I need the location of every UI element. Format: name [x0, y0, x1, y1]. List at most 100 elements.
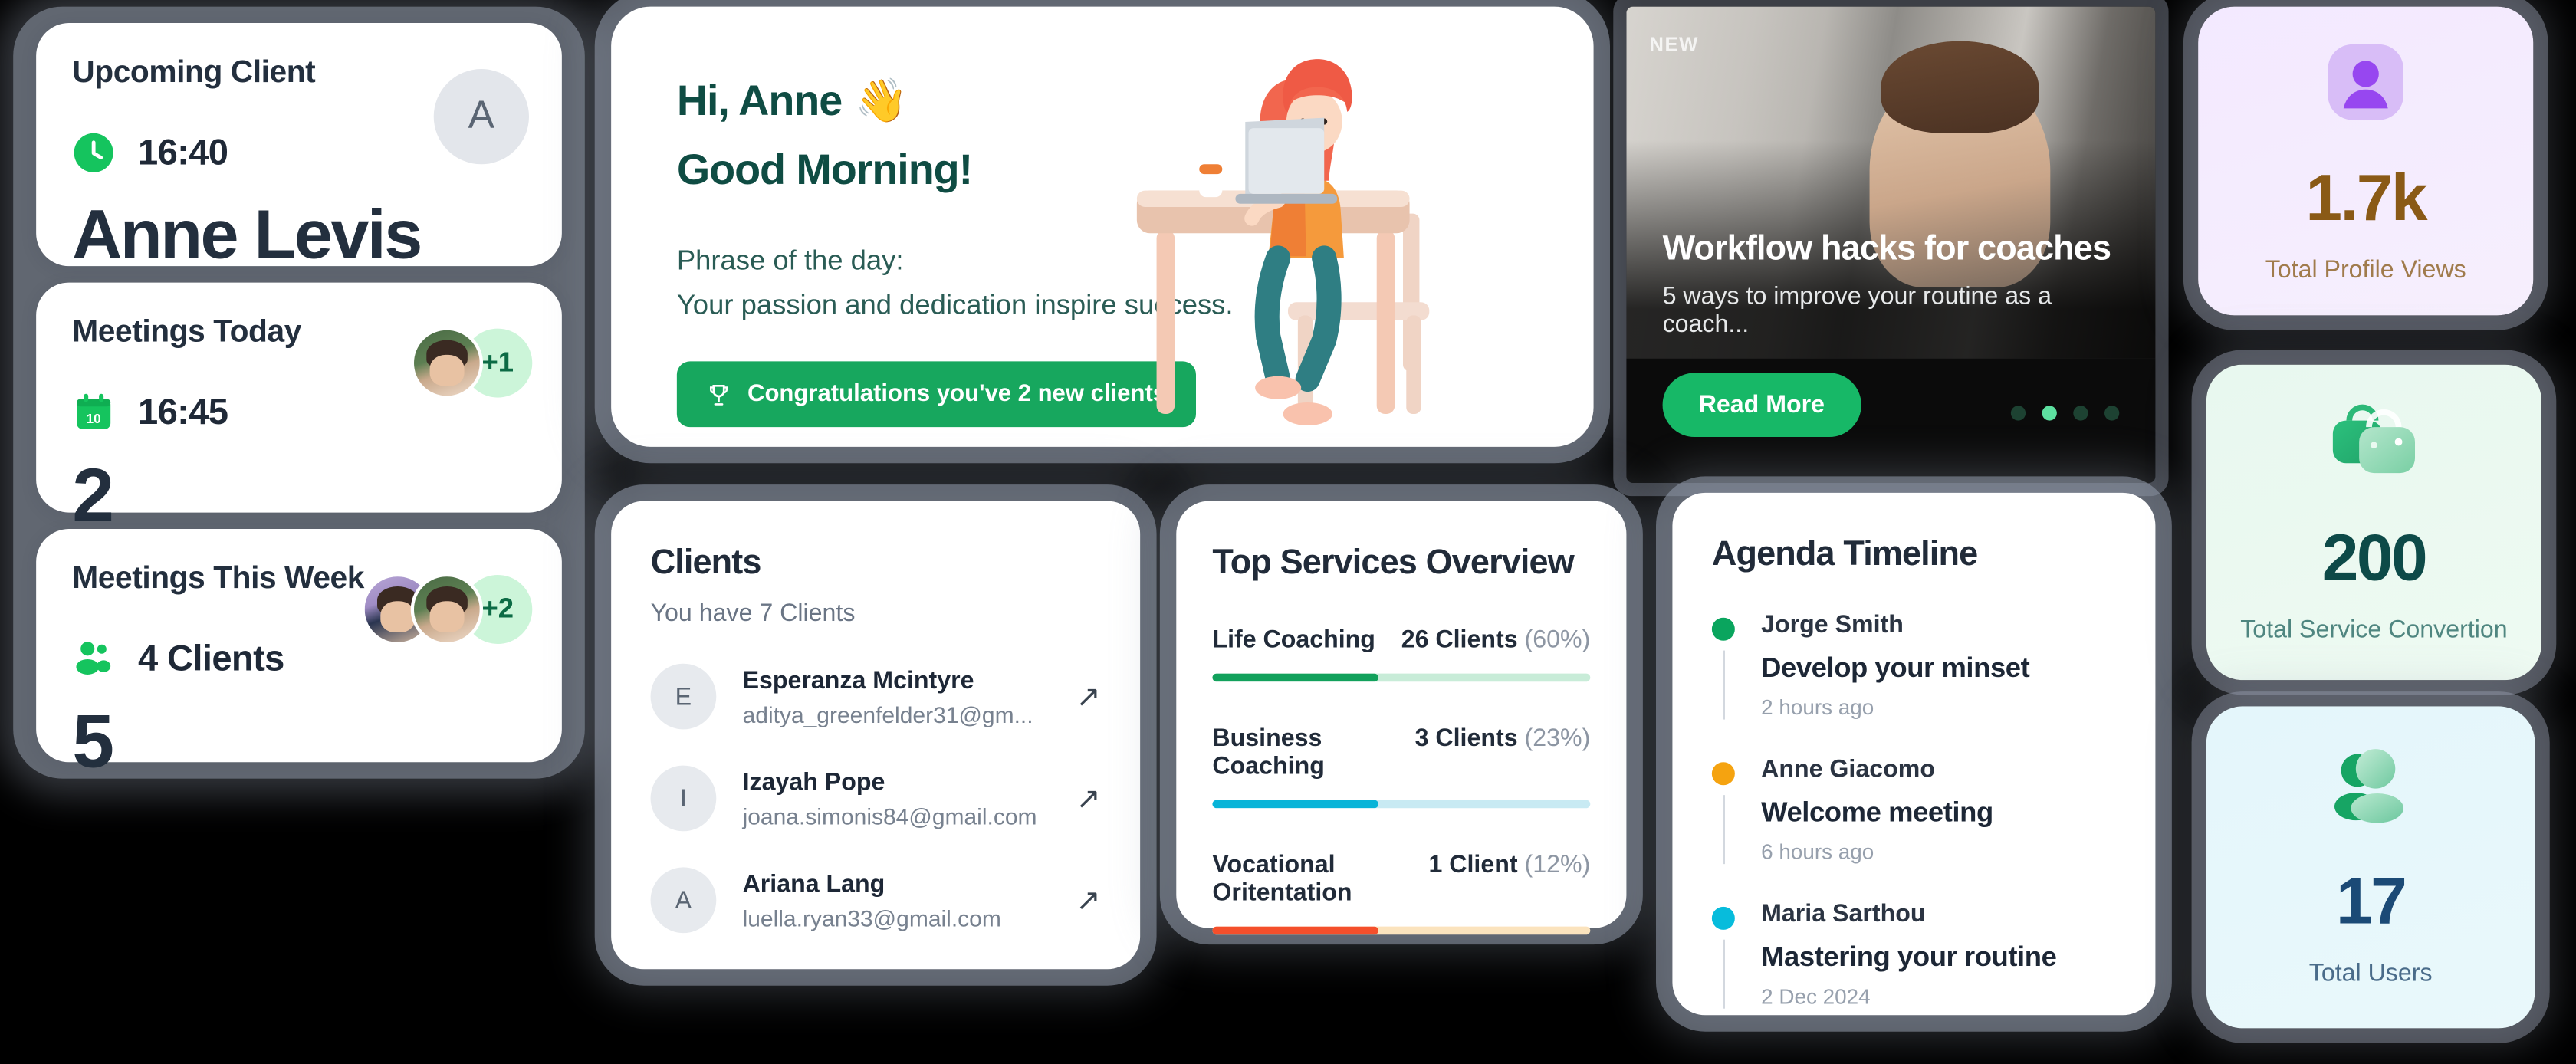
avatar: A	[433, 69, 529, 165]
timeline-connector	[1722, 795, 1724, 865]
waving-hand-icon: 👋	[855, 75, 908, 125]
profile-views-icon	[2328, 44, 2404, 120]
status-dot-icon	[1711, 906, 1735, 930]
arrow-up-right-icon[interactable]: ↗	[1076, 679, 1100, 714]
stat-label: Total Users	[2308, 959, 2433, 987]
timeline-topic: Develop your minset	[1761, 652, 2030, 684]
stat-label: Total Profile Views	[2265, 256, 2466, 284]
client-name: Esperanza Mcintyre	[742, 665, 974, 695]
client-email: aditya_greenfelder31@gm...	[742, 700, 1033, 727]
timeline-connector	[1722, 939, 1724, 1009]
article-subtitle: 5 ways to improve your routine as a coac…	[1662, 282, 2052, 339]
carousel-dot[interactable]	[2010, 406, 2026, 421]
stat-card-profile-views[interactable]: 1.7k Total Profile Views	[2198, 6, 2534, 316]
timeline-person: Anne Giacomo	[1761, 755, 1935, 784]
clients-subtitle: You have 7 Clients	[650, 599, 856, 628]
timeline-time: 2 hours ago	[1761, 695, 1875, 720]
read-more-button[interactable]: Read More	[1662, 373, 1861, 437]
service-progress-bar	[1212, 673, 1591, 682]
service-progress-bar	[1212, 926, 1591, 935]
client-email: joana.simonis84@gmail.com	[742, 802, 1037, 829]
service-name: Vocational Oritentation	[1212, 851, 1352, 907]
clock-icon	[74, 133, 113, 172]
agenda-timeline-card: Agenda Timeline Jorge Smith Develop your…	[1672, 492, 2156, 1016]
users-group-icon	[2334, 749, 2404, 823]
avatar: I	[650, 765, 717, 832]
meetings-week-clients-label: 4 Clients	[138, 637, 284, 678]
carousel-dot[interactable]	[2104, 406, 2120, 421]
article-title: Workflow hacks for coaches	[1662, 230, 2111, 268]
meetings-today-avatars[interactable]: +1	[410, 325, 536, 401]
avatar: E	[650, 663, 717, 730]
service-clients: 1 Client	[1428, 851, 1518, 879]
service-clients: 3 Clients	[1414, 724, 1518, 753]
stat-label: Total Service Convertion	[2240, 616, 2508, 644]
stat-value: 17	[2336, 865, 2407, 938]
trophy-icon	[709, 383, 728, 405]
status-dot-icon	[1711, 762, 1735, 786]
client-name: Izayah Pope	[742, 767, 886, 796]
timeline-time: 6 hours ago	[1761, 839, 1875, 865]
upcoming-client-name: Anne Levis	[72, 195, 422, 273]
timeline-item[interactable]: Maria Sarthou Mastering your routine 2 D…	[1711, 900, 2116, 1009]
avatar	[410, 327, 483, 399]
timeline-connector	[1722, 650, 1724, 720]
meetings-week-card[interactable]: Meetings This Week +2 4 Clients 5	[36, 529, 562, 779]
upcoming-client-card[interactable]: Upcoming Client A 16:40 Anne Levis	[36, 23, 562, 273]
greeting-hi-text: Hi, Anne	[676, 75, 843, 125]
list-item[interactable]: A Ariana Lang luella.ryan33@gmail.com ↗	[650, 867, 1101, 934]
service-progress-bar	[1212, 800, 1591, 809]
list-item[interactable]: I Izayah Pope joana.simonis84@gmail.com …	[650, 765, 1101, 832]
timeline-topic: Welcome meeting	[1761, 796, 1993, 828]
clients-card: Clients You have 7 Clients E Esperanza M…	[611, 501, 1141, 970]
top-services-overview-card: Top Services Overview Life Coaching 26 C…	[1176, 501, 1627, 935]
carousel-dot-active[interactable]	[2042, 406, 2057, 421]
arrow-up-right-icon[interactable]: ↗	[1076, 781, 1100, 816]
timeline-time: 2 Dec 2024	[1761, 984, 1871, 1009]
arrow-up-right-icon[interactable]: ↗	[1076, 883, 1100, 918]
service-row: Vocational Oritentation 1 Client (12%)	[1212, 851, 1591, 935]
meetings-week-avatars[interactable]: +2	[361, 571, 536, 648]
carousel-dot[interactable]	[2073, 406, 2088, 421]
timeline-item[interactable]: Anne Giacomo Welcome meeting 6 hours ago	[1711, 755, 2116, 865]
greeting-card: Hi, Anne 👋 Good Morning! Phrase of the d…	[611, 6, 1594, 447]
service-percent: (12%)	[1524, 851, 1591, 879]
new-badge: NEW	[1649, 32, 1699, 56]
service-clients: 26 Clients	[1401, 626, 1518, 654]
congratulations-label: Congratulations you've 2 new clients	[747, 381, 1167, 408]
services-title: Top Services Overview	[1212, 543, 1574, 582]
timeline-person: Jorge Smith	[1761, 611, 1904, 639]
stat-card-service-conversion[interactable]: 200 Total Service Convertion	[2206, 364, 2542, 681]
stat-value: 1.7k	[2305, 163, 2427, 235]
stat-card-total-users[interactable]: 17 Total Users	[2206, 706, 2535, 1029]
client-name: Ariana Lang	[742, 869, 886, 898]
timeline-item[interactable]: Jorge Smith Develop your minset 2 hours …	[1711, 611, 2116, 720]
service-percent: (23%)	[1524, 724, 1591, 753]
status-dot-icon	[1711, 617, 1735, 641]
calendar-icon: 10	[77, 393, 111, 429]
service-name: Business Coaching	[1212, 724, 1325, 780]
shopping-bags-icon	[2332, 404, 2415, 474]
article-text: Workflow hacks for coaches 5 ways to imp…	[1663, 230, 2133, 338]
service-name: Life Coaching	[1212, 626, 1375, 654]
meetings-today-card[interactable]: Meetings Today +1 10 16:45 2	[36, 282, 562, 532]
service-row: Business Coaching 3 Clients (23%)	[1212, 724, 1591, 809]
avatar	[410, 573, 483, 646]
service-row: Life Coaching 26 Clients (60%)	[1212, 626, 1591, 682]
meetings-today-count: 2	[72, 452, 114, 537]
congratulations-button[interactable]: Congratulations you've 2 new clients	[676, 361, 1196, 428]
meetings-week-count: 5	[72, 698, 114, 784]
calendar-day-label: 10	[87, 411, 101, 426]
featured-article-card[interactable]: NEW Workflow hacks for coaches 5 ways to…	[1626, 6, 2156, 484]
list-item[interactable]: E Esperanza Mcintyre aditya_greenfelder3…	[650, 663, 1101, 730]
carousel-dots[interactable]	[2010, 406, 2120, 421]
avatar: A	[650, 867, 717, 934]
upcoming-client-time: 16:40	[138, 131, 228, 172]
woman-at-desk-illustration	[1136, 59, 1430, 425]
client-email: luella.ryan33@gmail.com	[742, 904, 1001, 931]
service-percent: (60%)	[1524, 626, 1591, 654]
clients-title: Clients	[650, 543, 762, 582]
stat-value: 200	[2321, 522, 2428, 595]
timeline-person: Maria Sarthou	[1761, 900, 1926, 928]
meetings-today-time: 16:45	[138, 390, 228, 432]
